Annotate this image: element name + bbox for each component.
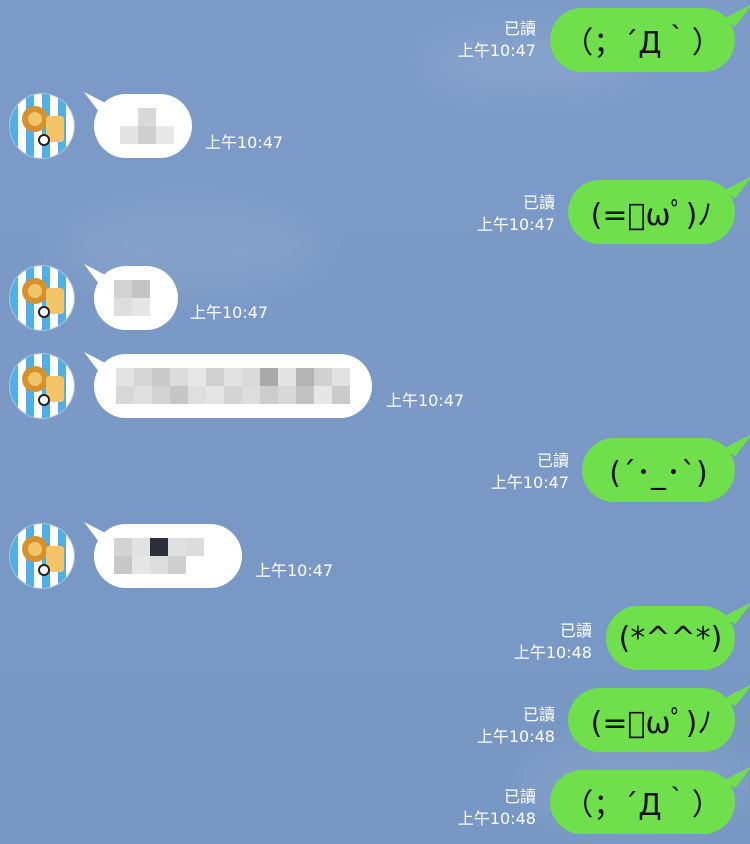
lion-icon <box>22 278 48 304</box>
read-receipt: 已讀 <box>559 621 592 640</box>
message-time: 上午10:47 <box>255 561 334 580</box>
redacted-text <box>116 368 350 404</box>
message-meta: 已讀 上午10:47 <box>477 192 555 236</box>
message-text: (*^^*) <box>618 620 723 656</box>
message-time: 上午10:47 <box>476 215 555 234</box>
message-time: 上午10:48 <box>457 809 536 828</box>
soccer-ball-icon <box>38 134 50 146</box>
message-text: (=ﾟωﾟ)ﾉ <box>590 198 713 233</box>
soccer-ball-icon <box>38 306 50 318</box>
contact-avatar[interactable] <box>10 524 74 588</box>
message-time: 上午10:48 <box>476 727 555 746</box>
message-bubble[interactable]: （；´Д｀） <box>550 770 735 834</box>
message-meta: 已讀 上午10:48 <box>514 620 592 664</box>
message-meta: 已讀 上午10:48 <box>458 786 536 830</box>
message-text: （；´Д｀） <box>563 788 722 823</box>
message-meta: 已讀 上午10:47 <box>458 18 536 62</box>
message-text: (´･_･`) <box>609 456 708 491</box>
read-receipt: 已讀 <box>522 705 555 724</box>
message-time: 上午10:48 <box>513 643 592 662</box>
contact-avatar[interactable] <box>10 94 74 158</box>
lion-icon <box>22 536 48 562</box>
redacted-text <box>114 280 150 316</box>
message-meta: 上午10:47 <box>386 390 464 412</box>
contact-avatar[interactable] <box>10 354 74 418</box>
message-meta: 上午10:47 <box>205 132 283 154</box>
redacted-text <box>114 538 204 574</box>
soccer-ball-icon <box>38 394 50 406</box>
read-receipt: 已讀 <box>503 787 536 806</box>
message-bubble[interactable]: (=ﾟωﾟ)ﾉ <box>568 688 735 752</box>
message-time: 上午10:47 <box>190 303 269 322</box>
message-bubble[interactable]: (´･_･`) <box>582 438 735 502</box>
message-bubble[interactable]: （；´Д｀） <box>550 8 735 72</box>
message-meta: 已讀 上午10:47 <box>491 450 569 494</box>
message-bubble[interactable] <box>94 94 192 158</box>
message-text: （；´Д｀） <box>563 26 722 61</box>
message-bubble[interactable] <box>94 266 178 330</box>
read-receipt: 已讀 <box>522 193 555 212</box>
message-meta: 已讀 上午10:48 <box>477 704 555 748</box>
message-meta: 上午10:47 <box>255 560 333 582</box>
message-time: 上午10:47 <box>457 41 536 60</box>
redacted-text <box>120 108 174 144</box>
read-receipt: 已讀 <box>503 19 536 38</box>
message-meta: 上午10:47 <box>190 302 268 324</box>
contact-avatar[interactable] <box>10 266 74 330</box>
message-time: 上午10:47 <box>490 473 569 492</box>
message-time: 上午10:47 <box>205 133 284 152</box>
lion-icon <box>22 106 48 132</box>
read-receipt: 已讀 <box>536 451 569 470</box>
message-bubble[interactable]: (*^^*) <box>606 606 735 670</box>
message-text: (=ﾟωﾟ)ﾉ <box>590 706 713 741</box>
soccer-ball-icon <box>38 564 50 576</box>
lion-icon <box>22 366 48 392</box>
message-time: 上午10:47 <box>386 391 465 410</box>
message-bubble[interactable]: (=ﾟωﾟ)ﾉ <box>568 180 735 244</box>
message-bubble[interactable] <box>94 354 372 418</box>
message-bubble[interactable] <box>94 524 242 588</box>
